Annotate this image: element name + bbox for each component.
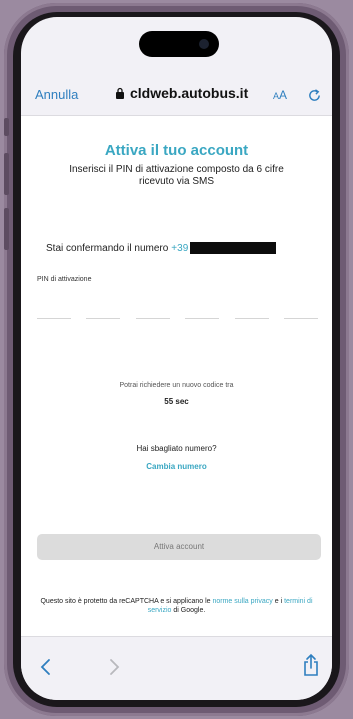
phone-prefix: +39 bbox=[171, 242, 189, 254]
pin-digit-input[interactable] bbox=[37, 318, 71, 319]
cancel-button[interactable]: Annulla bbox=[35, 87, 78, 102]
pin-digit-input[interactable] bbox=[185, 318, 220, 319]
phone-screen: Annulla cldweb.autobus.it AA Attiva il t… bbox=[21, 17, 332, 700]
url-field[interactable]: cldweb.autobus.it bbox=[115, 85, 248, 101]
change-number-link[interactable]: Cambia numero bbox=[21, 462, 332, 471]
page-content: Attiva il tuo account Inserisci il PIN d… bbox=[21, 116, 332, 636]
text-size-button[interactable]: AA bbox=[273, 88, 287, 102]
side-button bbox=[4, 153, 9, 195]
recaptcha-text: di Google. bbox=[173, 607, 206, 614]
share-icon[interactable] bbox=[302, 653, 320, 677]
browser-toolbar bbox=[21, 636, 332, 700]
reload-icon[interactable] bbox=[307, 88, 322, 103]
recaptcha-notice: Questo sito è protetto da reCAPTCHA e si… bbox=[39, 597, 314, 615]
pin-input-group bbox=[37, 318, 318, 319]
confirm-text: Stai confermando il numero bbox=[46, 242, 169, 254]
recaptcha-text: Questo sito è protetto da reCAPTCHA e si… bbox=[40, 598, 211, 605]
wrong-number-text: Hai sbagliato numero? bbox=[136, 444, 217, 453]
forward-arrow-icon[interactable] bbox=[107, 657, 121, 677]
confirm-number-row: Stai confermando il numero +39 bbox=[46, 242, 277, 254]
browser-address-bar: Annulla cldweb.autobus.it AA bbox=[21, 77, 332, 116]
back-arrow-icon[interactable] bbox=[39, 657, 53, 677]
activate-account-button[interactable]: Attiva account bbox=[37, 534, 321, 560]
pin-digit-input[interactable] bbox=[86, 318, 121, 319]
lock-icon bbox=[116, 87, 124, 99]
resend-text: Potrai richiedere un nuovo codice tra bbox=[119, 382, 234, 389]
dynamic-island bbox=[139, 31, 219, 57]
side-button bbox=[4, 118, 9, 136]
url-text: cldweb.autobus.it bbox=[130, 85, 249, 101]
resend-timer: 55 sec bbox=[164, 397, 189, 406]
pin-label: PIN di attivazione bbox=[37, 276, 92, 283]
recaptcha-text: e i bbox=[274, 598, 283, 605]
pin-digit-input[interactable] bbox=[283, 318, 318, 319]
pin-digit-input[interactable] bbox=[234, 318, 269, 319]
pin-digit-input[interactable] bbox=[135, 318, 170, 319]
side-button bbox=[4, 208, 9, 250]
privacy-policy-link[interactable]: norme sulla privacy bbox=[212, 598, 272, 605]
page-subtitle: Inserisci il PIN di attivazione composto… bbox=[69, 164, 284, 187]
redacted-phone-number bbox=[190, 242, 277, 254]
page-title: Attiva il tuo account bbox=[104, 142, 249, 159]
camera-icon bbox=[199, 39, 209, 49]
